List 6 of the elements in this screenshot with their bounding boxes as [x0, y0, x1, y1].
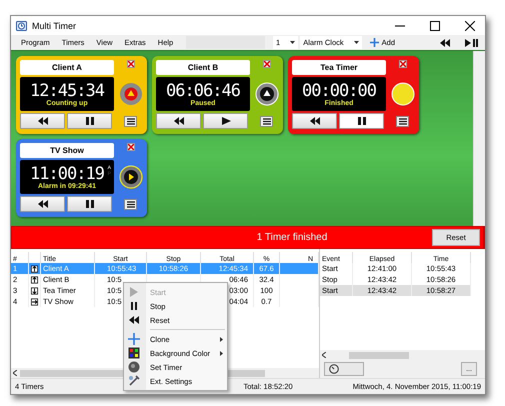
window-title: Multi Timer [32, 20, 78, 30]
timer-time: 12:45:34 [30, 82, 104, 100]
timer-time: 00:00:00 [302, 82, 376, 100]
alert-text: 1 Timer finished [256, 232, 328, 243]
timer-time: 06:06:46 [166, 82, 240, 100]
timer-time: 11:00:19 [30, 164, 104, 182]
